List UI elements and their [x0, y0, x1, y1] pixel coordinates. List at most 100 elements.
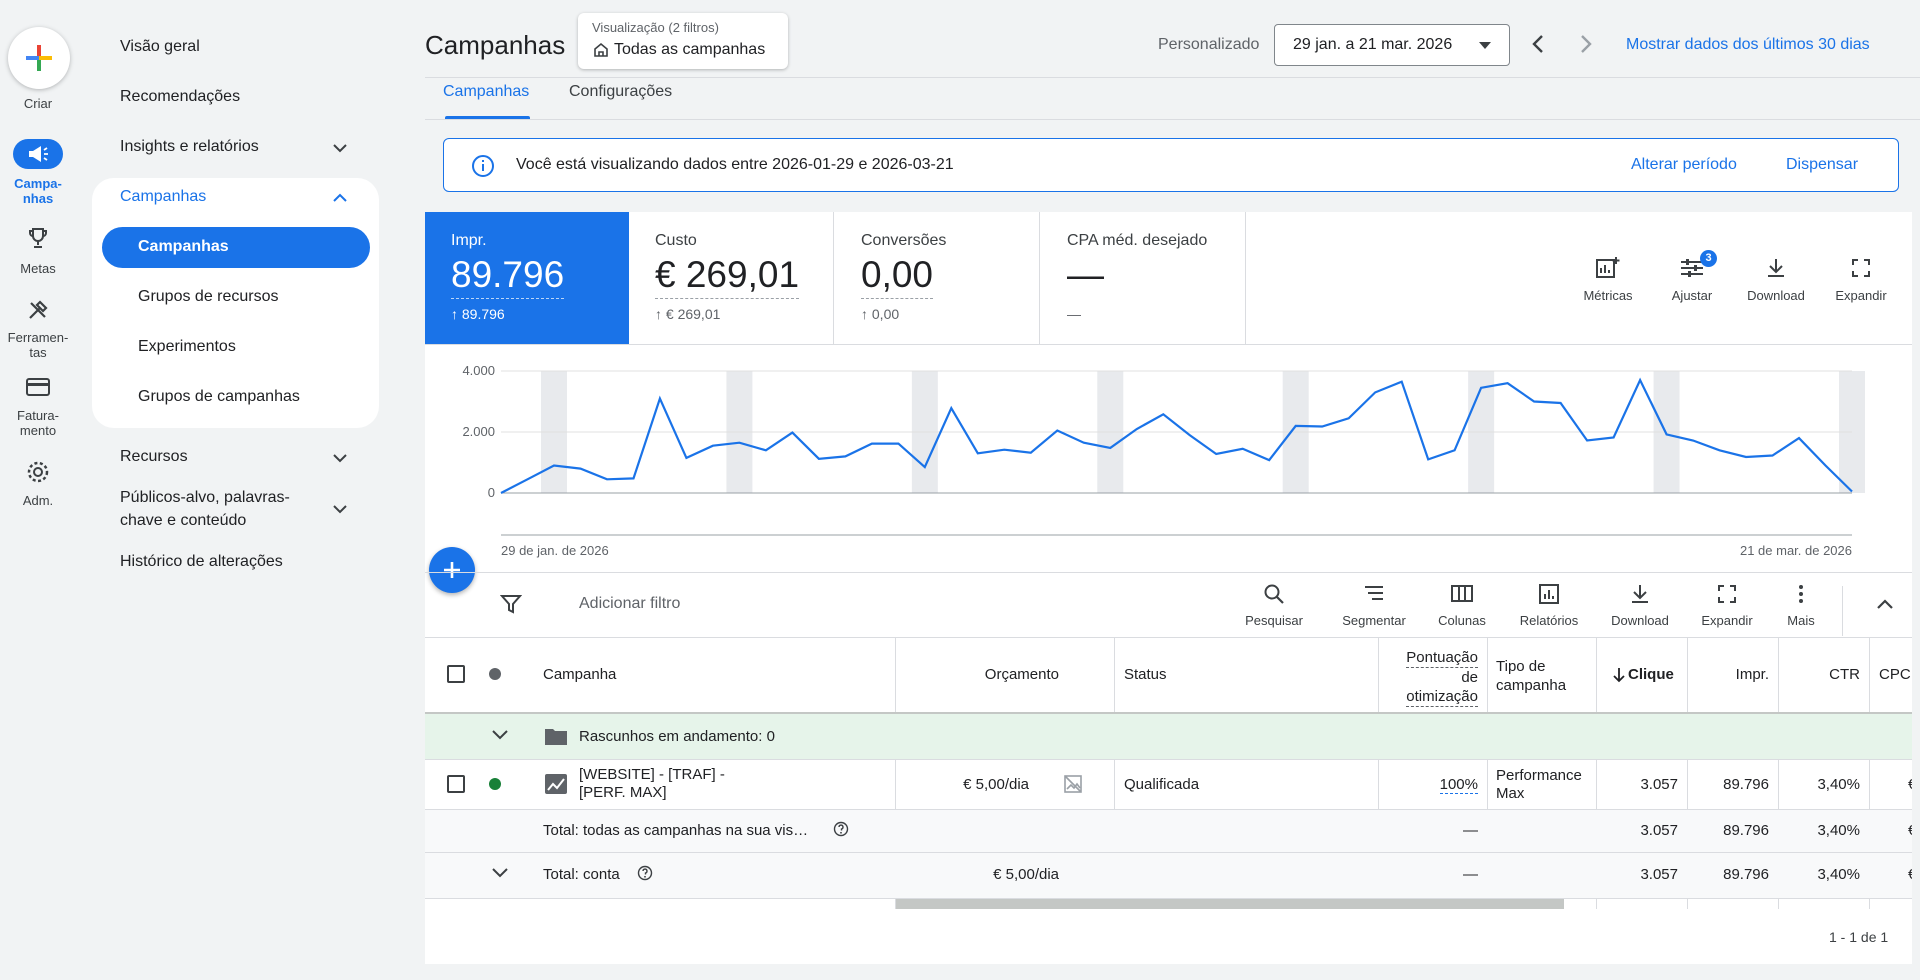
drafts-label: Rascunhos em andamento: 0 [579, 728, 775, 745]
help-icon[interactable] [833, 821, 849, 837]
segment-tool-button[interactable]: Segmentar [1334, 582, 1414, 628]
nav-recommendations[interactable]: Recomendações [120, 88, 240, 106]
rail-tools-label[interactable]: Ferramen- tas [0, 330, 76, 360]
x-axis-end-label: 21 de mar. de 2026 [1740, 543, 1852, 558]
tools-icon [29, 300, 48, 319]
metric-value: — [1067, 254, 1104, 295]
nav-history[interactable]: Histórico de alterações [120, 553, 283, 571]
status-dot-enabled[interactable] [489, 778, 501, 790]
view-filter-chip[interactable]: Visualização (2 filtros) Todas as campan… [578, 13, 788, 69]
last-30-days-link[interactable]: Mostrar dados dos últimos 30 dias [1626, 36, 1870, 54]
columns-tool-label: Colunas [1438, 613, 1486, 628]
col-status[interactable]: Status [1124, 666, 1167, 683]
metric-label: Custo [655, 232, 697, 249]
row-ctr: 3,40% [1817, 776, 1860, 793]
metrics-tool-button[interactable]: Métricas [1568, 256, 1648, 303]
download-tool-button[interactable]: Download [1736, 256, 1816, 303]
expand-table-button[interactable]: Expandir [1687, 582, 1767, 628]
col-campaign-type[interactable]: Tipo de campanha [1496, 657, 1566, 695]
download-table-button[interactable]: Download [1600, 582, 1680, 628]
help-icon[interactable] [637, 865, 653, 881]
impressions-series-line [500, 377, 1853, 494]
search-tool-label: Pesquisar [1245, 613, 1303, 628]
col-clicks[interactable]: Clique [1628, 666, 1674, 683]
info-icon [472, 155, 494, 177]
rail-tools[interactable] [13, 295, 63, 325]
expand-tool-button[interactable]: Expandir [1821, 256, 1901, 303]
rail-billing[interactable] [13, 372, 63, 402]
adjust-tool-button[interactable]: Ajustar [1652, 256, 1732, 303]
add-chart-icon [1596, 257, 1620, 278]
nav-resources[interactable]: Recursos [120, 448, 188, 466]
rail-goals[interactable] [13, 224, 63, 254]
row-optimization-score[interactable]: 100% [1380, 776, 1478, 794]
more-tool-button[interactable]: Mais [1761, 582, 1841, 628]
nav-overview[interactable]: Visão geral [120, 38, 200, 56]
nav-sub-campaign-groups[interactable]: Grupos de campanhas [138, 388, 300, 406]
performance-max-icon [545, 774, 567, 794]
columns-tool-button[interactable]: Colunas [1422, 582, 1502, 628]
image-off-icon [1064, 775, 1082, 793]
rail-goals-label[interactable]: Metas [0, 261, 76, 276]
rail-admin[interactable] [13, 457, 63, 487]
create-button[interactable] [8, 27, 70, 89]
sort-arrow-down-icon [1613, 668, 1625, 683]
campaign-name-link[interactable]: [WEBSITE] - [TRAF] - [PERF. MAX] [579, 766, 725, 802]
horizontal-scrollbar[interactable] [896, 899, 1564, 909]
date-range-dropdown[interactable]: 29 jan. a 21 mar. 2026 [1274, 24, 1510, 66]
col-impr[interactable]: Impr. [1688, 666, 1769, 683]
row-budget[interactable]: € 5,00/dia [895, 776, 1029, 793]
campaign-name-line2: [PERF. MAX] [579, 784, 667, 801]
search-tool-button[interactable]: Pesquisar [1234, 582, 1314, 628]
col-opt-line2: de [1461, 669, 1478, 686]
rail-campaigns-label[interactable]: Campa- nhas [0, 176, 76, 206]
y-axis-ticks: 4.000 2.000 0 [462, 363, 495, 500]
row-status: Qualificada [1124, 776, 1200, 793]
nav-insights[interactable]: Insights e relatórios [120, 138, 259, 156]
metric-conversions[interactable]: Conversões 0,00 ↑ 0,00 [834, 212, 1040, 344]
filter-icon[interactable] [500, 593, 522, 615]
nav-sub-campaigns[interactable]: Campanhas [138, 238, 229, 256]
chevron-down-icon[interactable] [332, 450, 348, 466]
select-all-checkbox[interactable] [447, 665, 465, 683]
expand-tool-label: Expandir [1835, 288, 1887, 303]
reports-tool-button[interactable]: Relatórios [1509, 582, 1589, 628]
col-cpc[interactable]: CPC [1879, 666, 1911, 683]
rail-campaigns[interactable] [13, 139, 63, 169]
chevron-down-icon[interactable] [332, 501, 348, 517]
chevron-down-icon[interactable] [490, 865, 510, 881]
chevron-right-icon[interactable] [1576, 33, 1596, 55]
x-axis-start-label: 29 de jan. de 2026 [501, 543, 609, 558]
nav-sub-experiments[interactable]: Experimentos [138, 338, 236, 356]
date-range-value: 29 jan. a 21 mar. 2026 [1293, 36, 1453, 53]
metric-target-cpa[interactable]: CPA méd. desejado — — [1040, 212, 1246, 344]
nav-audiences-line1[interactable]: Públicos-alvo, palavras- [120, 489, 290, 507]
col-budget[interactable]: Orçamento [895, 666, 1059, 683]
add-filter-button[interactable]: Adicionar filtro [579, 595, 680, 613]
change-period-link[interactable]: Alterar período [1631, 156, 1737, 174]
row-checkbox[interactable] [447, 775, 465, 793]
add-campaign-button[interactable] [429, 547, 475, 593]
chevron-down-icon[interactable] [490, 727, 510, 743]
chevron-left-icon[interactable] [1528, 33, 1548, 55]
dismiss-link[interactable]: Dispensar [1786, 156, 1858, 174]
col-optimization[interactable]: Pontuação de otimização [1380, 648, 1478, 707]
rail-billing-label[interactable]: Fatura- mento [0, 408, 76, 438]
chevron-down-icon[interactable] [332, 140, 348, 156]
metric-label: Conversões [861, 232, 947, 249]
nav-sub-asset-groups[interactable]: Grupos de recursos [138, 288, 279, 306]
range-label: Personalizado [1158, 36, 1260, 53]
more-tool-label: Mais [1787, 613, 1815, 628]
col-ctr[interactable]: CTR [1778, 666, 1860, 683]
tab-settings[interactable]: Configurações [569, 83, 672, 101]
chevron-up-icon[interactable] [332, 190, 348, 206]
tab-campaigns[interactable]: Campanhas [443, 83, 529, 101]
metric-impressions[interactable]: Impr. 89.796 ↑ 89.796 [425, 212, 629, 344]
vertical-scrollbar[interactable] [1912, 137, 1920, 964]
rail-admin-label[interactable]: Adm. [0, 493, 76, 508]
nav-campaigns-group-label[interactable]: Campanhas [120, 188, 206, 206]
collapse-chevron-up-icon[interactable] [1874, 594, 1896, 614]
metric-cost[interactable]: Custo € 269,01 ↑ € 269,01 [629, 212, 834, 344]
col-campaign[interactable]: Campanha [543, 666, 616, 683]
nav-audiences-line2[interactable]: chave e conteúdo [120, 512, 246, 530]
